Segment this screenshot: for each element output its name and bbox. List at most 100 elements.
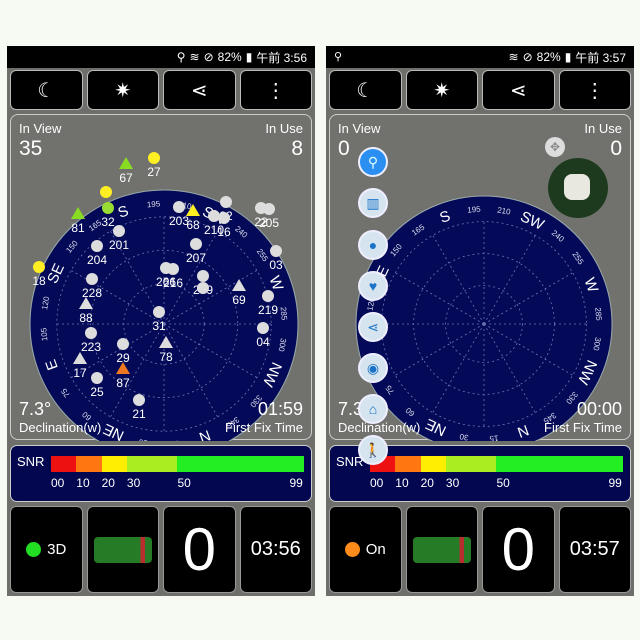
satellite-marker (71, 207, 85, 219)
satellite-marker (91, 240, 103, 252)
satellite-id: 68 (186, 218, 200, 232)
gps-icon: ⚲ (334, 51, 343, 63)
snr-tick: 30 (445, 476, 460, 490)
more-vert-button[interactable]: ⋮ (558, 70, 631, 110)
wifi-icon: ≋ (189, 50, 200, 64)
snr-tick: 20 (101, 476, 115, 490)
map-pin-fab[interactable]: ⚲ (358, 147, 388, 177)
clock-tile[interactable]: 03:56 (239, 506, 312, 593)
compass-degree: 195 (146, 199, 161, 209)
lock-fab[interactable]: ⌂ (358, 394, 388, 424)
satellite-marker (167, 263, 179, 275)
satellite-id: 205 (259, 216, 279, 230)
battery-level: 82% (217, 50, 242, 64)
satellite-id: 219 (258, 303, 278, 317)
satellite-id: 21 (132, 407, 146, 421)
fix-status: 3D (47, 541, 67, 558)
fix-status: On (365, 541, 386, 558)
floating-handle[interactable] (564, 174, 590, 200)
speed-tile[interactable]: 0 (482, 506, 555, 593)
share-button[interactable]: ⋖ (482, 70, 555, 110)
in-view-label: In View (19, 121, 62, 136)
moon-icon: ☾ (356, 79, 375, 102)
clock-value: 03:57 (569, 538, 620, 560)
sun-button[interactable]: ✷ (405, 70, 478, 110)
satellite-marker (220, 196, 232, 208)
moon-button[interactable]: ☾ (10, 70, 83, 110)
move-icon[interactable]: ✥ (545, 137, 565, 157)
satellite-id: 18 (32, 274, 46, 288)
moon-button[interactable]: ☾ (329, 70, 402, 110)
location-icon: ⚲ (176, 50, 186, 64)
snr-tick: 30 (126, 476, 141, 490)
snr-bar (51, 456, 304, 472)
satellite-id: 69 (232, 293, 246, 307)
sun-button[interactable]: ✷ (86, 70, 159, 110)
in-use-label: In Use (584, 121, 622, 136)
snr-segment (76, 456, 102, 472)
satellite-marker (197, 270, 209, 282)
snr-tick: 50 (496, 476, 510, 490)
world-map-icon (93, 536, 152, 563)
declination-label: Declination(w) (19, 420, 102, 435)
phone-screen-left: ⚲≋⊘82%▮午前 3:56☾✷⋖⋮NNEESESSWWNW1530607510… (7, 46, 315, 596)
snr-tick: 00 (370, 476, 384, 490)
satellite-id: 228 (82, 286, 102, 300)
compass-degree: 105 (39, 327, 49, 342)
snr-tick: 99 (608, 476, 622, 490)
toolbar: ☾ ✷ ⋖ ⋮ (329, 70, 631, 110)
status-bar: ⚲ ≋ ⊘ 82% ▮ 午前 3:56 (7, 46, 315, 68)
satellite-marker (100, 186, 112, 198)
satellite-marker (218, 212, 230, 224)
satellite-id: 03 (269, 258, 283, 272)
map-fab[interactable]: ▥ (358, 188, 388, 218)
location-fab[interactable]: ● (358, 230, 388, 260)
satellite-marker (190, 238, 202, 250)
battery-icon: ▮ (245, 50, 253, 64)
compass-degree: 285 (279, 306, 289, 321)
more-vert-button[interactable]: ⋮ (239, 70, 312, 110)
heart-icon: ♥ (368, 278, 378, 294)
satellite-marker (117, 338, 129, 350)
wifi-icon: ≋ (508, 50, 519, 64)
satellite-marker (257, 322, 269, 334)
clock-tile[interactable]: 03:57 (558, 506, 631, 593)
in-view-count: 0 (338, 137, 350, 160)
satellite-id: 201 (109, 238, 129, 252)
eye-icon: ◉ (366, 359, 380, 376)
satellite-id: 27 (147, 165, 161, 179)
share-fab[interactable]: ⋖ (358, 312, 388, 342)
walk-fab[interactable]: 🚶 (358, 435, 388, 465)
sky-plot: NNEESESSWWNW1530607510512015016519521024… (29, 152, 299, 441)
satellite-marker (119, 157, 133, 169)
status-time: 午前 3:56 (256, 50, 307, 65)
fix-status-tile[interactable]: 3D (10, 506, 83, 593)
world-map-tile[interactable] (86, 506, 159, 593)
toolbar: ☾ ✷ ⋖ ⋮ (10, 70, 312, 110)
map-icon: ▥ (366, 194, 380, 211)
world-map-tile[interactable] (405, 506, 478, 593)
share-button[interactable]: ⋖ (163, 70, 236, 110)
fix-status-dot (344, 542, 360, 557)
satellite-marker (86, 273, 98, 285)
satellite-marker (270, 245, 282, 257)
heart-fab[interactable]: ♥ (358, 271, 388, 301)
share-icon: ⋖ (367, 318, 379, 335)
first-fix-value: 00:00 (576, 399, 622, 419)
satellite-marker (133, 394, 145, 406)
speed-tile[interactable]: 0 (163, 506, 236, 593)
satellite-id: 81 (71, 221, 85, 235)
satellite-id: 223 (81, 340, 101, 354)
satellite-id: 204 (87, 253, 107, 267)
snr-tick: 10 (395, 476, 409, 490)
satellite-marker (113, 225, 125, 237)
fix-status-tile[interactable]: On (329, 506, 402, 593)
satellite-marker (148, 152, 160, 164)
satellite-id: 25 (90, 385, 104, 399)
moon-icon: ☾ (37, 79, 56, 102)
snr-legend: SNR 00 10 20 30 50 99 (10, 445, 312, 502)
snr-segment (420, 456, 446, 472)
satellite-marker (85, 327, 97, 339)
eye-fab[interactable]: ◉ (358, 353, 388, 383)
share-icon: ⋖ (509, 79, 527, 102)
